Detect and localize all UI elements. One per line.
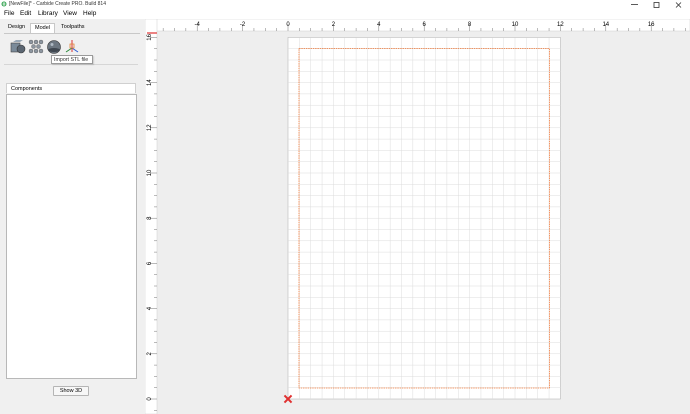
y-tick-label: 10 — [147, 169, 153, 176]
tab-model[interactable]: Model — [30, 23, 55, 33]
dome-icon[interactable] — [46, 39, 62, 55]
close-button[interactable] — [668, 0, 690, 9]
minimize-button[interactable] — [624, 0, 646, 9]
menu-library[interactable]: Library — [38, 10, 58, 17]
window-title: [NewFile]* - Carbide Create PRO. Build 8… — [9, 1, 106, 7]
x-tick-label: -4 — [195, 22, 201, 28]
import-stl-icon[interactable] — [64, 39, 80, 55]
menu-bar: File Edit Library View Help — [0, 9, 690, 19]
x-tick-label: 12 — [557, 22, 564, 28]
menu-file[interactable]: File — [4, 10, 14, 17]
left-panel: Design Model Toolpaths Import STL file C… — [0, 19, 145, 414]
x-tick-label: 10 — [512, 22, 519, 28]
maximize-icon — [653, 2, 660, 8]
menu-view[interactable]: View — [63, 10, 77, 17]
tab-toolpaths[interactable]: Toolpaths — [57, 23, 89, 33]
carbide-app-icon — [1, 1, 7, 7]
maximize-button[interactable] — [646, 0, 668, 9]
menu-edit[interactable]: Edit — [20, 10, 31, 17]
show-3d-button[interactable]: Show 3D — [53, 386, 89, 396]
x-tick-label: 16 — [648, 22, 655, 28]
components-list[interactable] — [6, 94, 137, 379]
import-stl-tooltip: Import STL file — [51, 55, 93, 64]
y-tick-label: 12 — [147, 124, 153, 131]
y-tick-label: 16 — [147, 33, 153, 40]
minimize-icon — [631, 4, 638, 5]
y-tick-label: 14 — [147, 79, 153, 86]
components-header: Components — [6, 83, 136, 93]
canvas-svg[interactable]: -4 -2 0 2 4 6 8 10 12 14 16 0 2 4 6 8 10… — [144, 18, 690, 414]
texture-icon[interactable] — [28, 39, 44, 55]
import-3d-model-icon[interactable] — [10, 39, 26, 55]
x-tick-label: 14 — [602, 22, 609, 28]
title-bar: [NewFile]* - Carbide Create PRO. Build 8… — [0, 0, 690, 9]
design-canvas[interactable]: -4 -2 0 2 4 6 8 10 12 14 16 0 2 4 6 8 10… — [144, 18, 690, 414]
tab-divider — [4, 33, 140, 34]
tab-design[interactable]: Design — [4, 23, 29, 33]
x-tick-label: -2 — [240, 22, 246, 28]
close-icon — [675, 2, 682, 8]
menu-help[interactable]: Help — [83, 10, 96, 17]
